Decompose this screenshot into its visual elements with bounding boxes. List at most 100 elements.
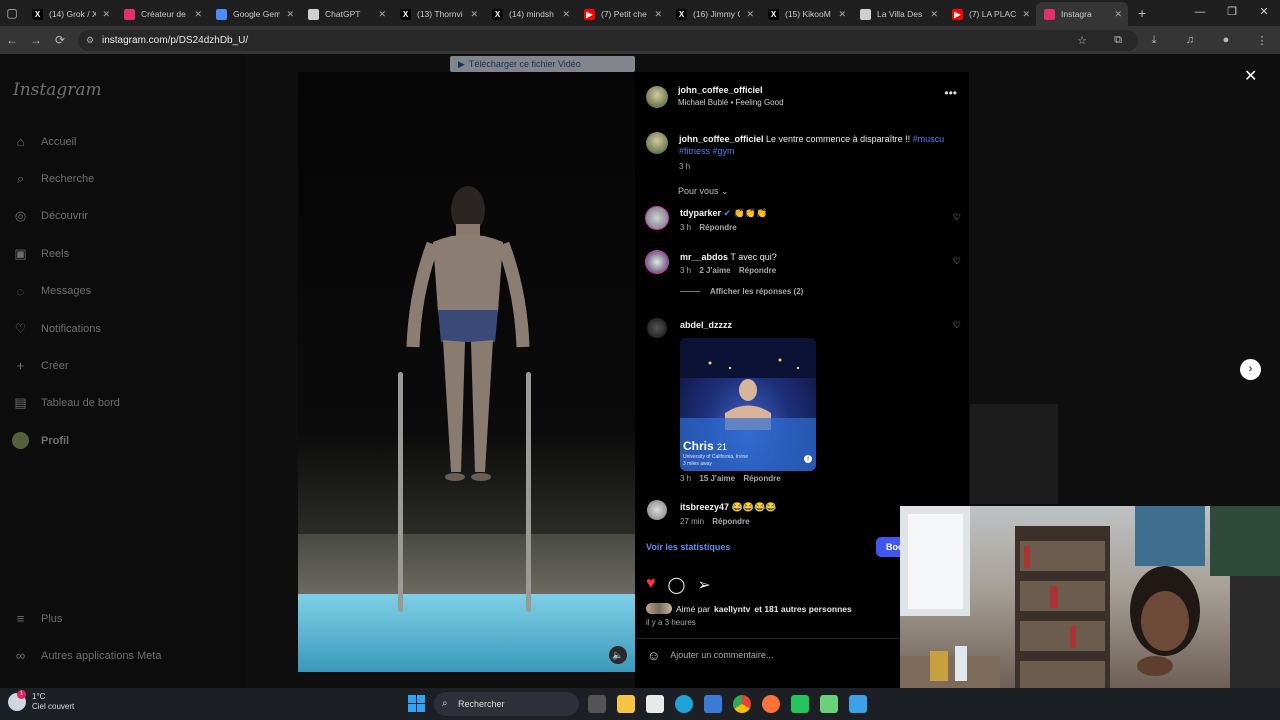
close-tab-icon[interactable]: ✕ <box>1114 9 1122 20</box>
sidebar-item-d-couvrir[interactable]: ◎ Découvrir <box>12 208 88 225</box>
browser-tab[interactable]: ▶ (7) Petit che ✕ <box>576 2 668 26</box>
app-icon[interactable] <box>820 695 838 713</box>
reply-button[interactable]: Répondre <box>699 223 736 232</box>
close-icon[interactable]: ✕ <box>1244 66 1257 86</box>
close-tab-icon[interactable]: ✕ <box>194 9 202 20</box>
close-window-button[interactable]: ✕ <box>1248 0 1280 24</box>
reply-button[interactable]: Répondre <box>712 517 749 526</box>
file-explorer-icon[interactable] <box>617 695 635 713</box>
close-tab-icon[interactable]: ✕ <box>102 9 110 20</box>
site-info-icon[interactable]: ⚙ <box>86 30 94 51</box>
close-tab-icon[interactable]: ✕ <box>930 9 938 20</box>
sidebar-item-autres-applications-meta[interactable]: ∞ Autres applications Meta <box>12 647 162 664</box>
browser-tab[interactable]: Google Gem ✕ <box>208 2 300 26</box>
comment-input[interactable]: Ajouter un commentaire... <box>670 650 773 660</box>
emoji-icon[interactable]: ☺ <box>647 648 660 663</box>
liked-by-user[interactable]: kaellyntv <box>714 604 750 614</box>
comment-icon[interactable]: ◯ <box>668 575 686 595</box>
browser-tab[interactable]: X (13) Thornvi ✕ <box>392 2 484 26</box>
reload-icon[interactable]: ⟳ <box>48 33 72 47</box>
browser-tab[interactable]: X (16) Jimmy C ✕ <box>668 2 760 26</box>
more-options-icon[interactable]: ••• <box>944 86 957 100</box>
browser-tab[interactable]: ▶ (7) LA PLACE ✕ <box>944 2 1036 26</box>
instagram-logo[interactable]: Instagram <box>13 80 102 100</box>
comment-username[interactable]: tdyparker <box>680 208 721 218</box>
address-bar[interactable]: ⚙ instagram.com/p/DS24dzhDb_U/ <box>78 30 1138 51</box>
browser-tab[interactable]: ChatGPT ✕ <box>300 2 392 26</box>
edge-icon[interactable] <box>675 695 693 713</box>
document-icon[interactable] <box>646 695 664 713</box>
info-icon[interactable]: i <box>804 455 812 463</box>
browser-tab[interactable]: X (14) Grok / X ✕ <box>24 2 116 26</box>
music-track[interactable]: Michael Bublé • Feeling Good <box>678 98 784 107</box>
view-insights-link[interactable]: Voir les statistiques <box>646 542 730 552</box>
browser-tab[interactable]: La Villa Des ✕ <box>852 2 944 26</box>
close-tab-icon[interactable]: ✕ <box>562 9 570 20</box>
author-username[interactable]: john_coffee_officiel <box>678 85 784 95</box>
author-avatar[interactable] <box>646 86 668 108</box>
sidebar-item-messages[interactable]: ◌ Messages <box>12 283 92 300</box>
media-icon[interactable]: ♫ <box>1172 34 1208 46</box>
sidebar-item-accueil[interactable]: ⌂ Accueil <box>12 133 77 150</box>
chrome-icon[interactable] <box>733 695 751 713</box>
task-view-icon[interactable] <box>588 695 606 713</box>
browser-tab[interactable]: X (15) KikooM ✕ <box>760 2 852 26</box>
mute-toggle-icon[interactable]: 🔈 <box>609 646 627 664</box>
commenter-avatar[interactable] <box>647 500 667 520</box>
browser-tab[interactable]: Instagra ✕ <box>1036 2 1128 26</box>
like-comment-heart-icon[interactable]: ♡ <box>953 320 961 331</box>
sidebar-item-plus[interactable]: ≡ Plus <box>12 610 63 627</box>
store-icon[interactable] <box>704 695 722 713</box>
download-video-bar[interactable]: ▶ Télécharger ce fichier Vidéo <box>450 56 635 72</box>
like-comment-heart-icon[interactable]: ♡ <box>953 256 961 267</box>
profile-icon[interactable]: ● <box>1208 34 1244 46</box>
next-post-chevron-icon[interactable]: › <box>1240 359 1261 380</box>
hashtag[interactable]: #fitness <box>679 146 710 156</box>
tab-search-icon[interactable]: ▢ <box>0 6 24 20</box>
restore-button[interactable]: ❐ <box>1216 0 1248 24</box>
close-tab-icon[interactable]: ✕ <box>1022 9 1030 20</box>
extensions-icon[interactable]: ⧉ <box>1100 34 1136 47</box>
weather-widget[interactable]: 1 1°C Ciel couvert <box>8 690 74 712</box>
post-video[interactable]: 🔈 <box>298 72 635 672</box>
view-replies-button[interactable]: Afficher les réponses (2) <box>680 287 803 296</box>
close-tab-icon[interactable]: ✕ <box>746 9 754 20</box>
bookmark-star-icon[interactable]: ☆ <box>1064 34 1100 47</box>
close-tab-icon[interactable]: ✕ <box>470 9 478 20</box>
taskbar-search[interactable]: ⌕ Rechercher <box>434 692 579 716</box>
firefox-icon[interactable] <box>762 695 780 713</box>
app-icon[interactable] <box>791 695 809 713</box>
liked-heart-icon[interactable]: ♥ <box>646 575 656 595</box>
comment-likes[interactable]: 15 J'aime <box>699 474 735 483</box>
forward-icon[interactable]: → <box>24 33 48 47</box>
comment-likes[interactable]: 2 J'aime <box>699 266 730 275</box>
caption-avatar[interactable] <box>646 132 668 154</box>
hashtag[interactable]: #gym <box>713 146 735 156</box>
sidebar-item-cr-er[interactable]: + Créer <box>12 357 69 374</box>
reply-button[interactable]: Répondre <box>743 474 780 483</box>
close-tab-icon[interactable]: ✕ <box>838 9 846 20</box>
comment-sort-dropdown[interactable]: Pour vous ⌄ <box>678 186 729 197</box>
minimize-button[interactable]: — <box>1184 0 1216 24</box>
liker-avatars[interactable] <box>646 603 672 614</box>
caption-username[interactable]: john_coffee_officiel <box>679 134 764 144</box>
comment-username[interactable]: itsbreezy47 <box>680 502 729 512</box>
comment-image[interactable]: Chris 21 University of California, Irvin… <box>680 338 816 471</box>
sidebar-item-reels[interactable]: ▣ Reels <box>12 245 69 262</box>
share-icon[interactable]: ➢ <box>697 575 710 595</box>
more-menu-icon[interactable]: ⋮ <box>1244 34 1280 47</box>
sidebar-item-profil[interactable]: Profil <box>12 432 69 450</box>
reply-button[interactable]: Répondre <box>739 266 776 275</box>
sidebar-item-recherche[interactable]: ⌕ Recherche <box>12 170 94 187</box>
back-icon[interactable]: ← <box>0 33 24 47</box>
download-icon[interactable]: ⤓ <box>1136 34 1172 47</box>
browser-tab[interactable]: X (14) mindsh ✕ <box>484 2 576 26</box>
comment-username[interactable]: abdel_dzzzz <box>680 320 732 330</box>
commenter-avatar[interactable] <box>645 206 669 230</box>
like-comment-heart-icon[interactable]: ♡ <box>953 212 961 223</box>
sidebar-item-notifications[interactable]: ♡ Notifications <box>12 320 101 337</box>
browser-tab[interactable]: Créateur de ✕ <box>116 2 208 26</box>
commenter-avatar[interactable] <box>647 318 667 338</box>
close-tab-icon[interactable]: ✕ <box>654 9 662 20</box>
close-tab-icon[interactable]: ✕ <box>378 9 386 20</box>
